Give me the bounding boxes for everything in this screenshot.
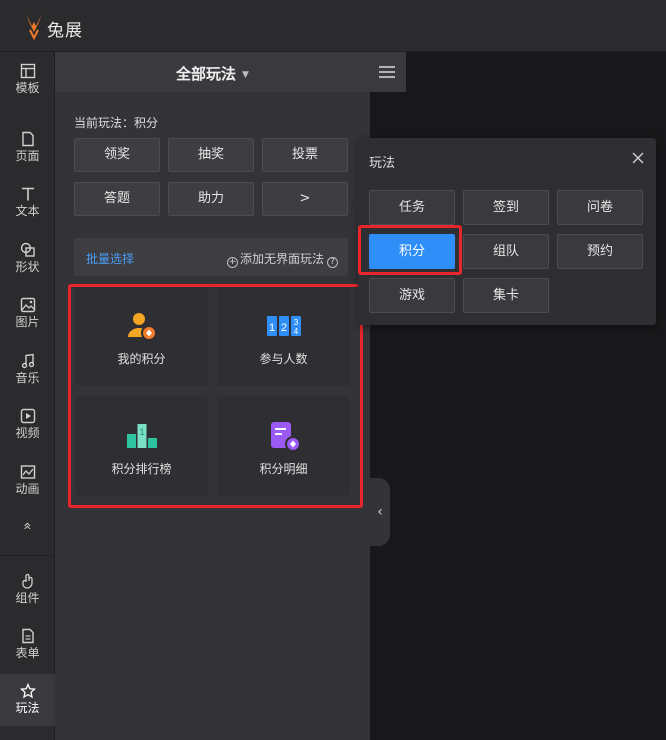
points-detail-icon [271, 422, 301, 452]
category-button[interactable]: 答题 [74, 182, 160, 216]
sidebar-item-template[interactable]: 模板 [0, 54, 55, 106]
panel-collapse-tab[interactable]: ‹ [370, 478, 390, 546]
component-icon [21, 573, 33, 589]
gameplay-icon [19, 683, 36, 699]
chevron-left-icon: ‹ [377, 504, 383, 520]
sidebar-item-label: 形状 [15, 260, 40, 274]
category-button[interactable]: 助力 [168, 182, 254, 216]
animation-icon [20, 465, 35, 479]
option-task[interactable]: 任务 [369, 190, 455, 225]
sidebar-item-label: 玩法 [15, 701, 40, 715]
menu-icon[interactable] [378, 65, 396, 79]
card-points-detail[interactable]: 积分明细 [217, 396, 350, 496]
shape-icon [20, 242, 35, 257]
help-icon[interactable]: ? [327, 257, 338, 268]
panel-toolbar: 批量选择 + 添加无界面玩法? [74, 238, 348, 276]
svg-text:4: 4 [294, 327, 299, 336]
popup-title: 玩法 [369, 156, 396, 171]
more-categories-button[interactable]: > [262, 182, 348, 216]
svg-text:1: 1 [269, 322, 275, 334]
option-survey[interactable]: 问卷 [557, 190, 643, 225]
panel-title-dropdown[interactable]: 全部玩法 ▼ [55, 63, 370, 84]
template-icon [20, 63, 35, 79]
card-leaderboard[interactable]: 1 积分排行榜 [75, 396, 208, 496]
sidebar-item-text[interactable]: 文本 [0, 177, 55, 229]
brand-name: 兔展 [47, 21, 83, 41]
left-sidebar: 模板 页面 文本 形状 图片 音乐 视频 动画 » 组件 表单 玩法 [0, 52, 55, 740]
card-label: 我的积分 [117, 352, 166, 366]
caret-down-icon: ▼ [242, 70, 249, 80]
image-icon [20, 297, 35, 313]
top-bar: 兔展 [0, 0, 666, 52]
sidebar-item-label: 动画 [15, 482, 40, 496]
option-team[interactable]: 组队 [463, 234, 549, 269]
panel-title-text: 全部玩法 [176, 65, 237, 83]
option-checkin[interactable]: 签到 [463, 190, 549, 225]
panel-header: 全部玩法 ▼ [55, 52, 406, 92]
sidebar-item-label: 音乐 [15, 371, 40, 385]
rabbit-logo-icon [26, 14, 42, 40]
close-icon[interactable] [632, 152, 644, 164]
form-icon [21, 628, 34, 644]
svg-text:3: 3 [294, 318, 299, 327]
sidebar-item-label: 模板 [15, 81, 40, 95]
svg-text:1: 1 [139, 427, 144, 437]
sidebar-item-shape[interactable]: 形状 [0, 233, 55, 285]
sidebar-divider [0, 555, 55, 556]
sidebar-collapse-toggle[interactable]: » [14, 499, 42, 554]
video-icon [20, 408, 35, 424]
sidebar-item-gameplay[interactable]: 玩法 [0, 674, 55, 726]
card-participants[interactable]: 1 2 3 4 参与人数 [217, 286, 350, 386]
category-button[interactable]: 领奖 [74, 138, 160, 172]
option-reservation[interactable]: 预约 [557, 234, 643, 269]
sidebar-item-label: 图片 [15, 315, 40, 329]
sidebar-item-label: 视频 [15, 426, 40, 440]
card-my-points[interactable]: 我的积分 [75, 286, 208, 386]
page-icon [21, 131, 34, 147]
card-label: 参与人数 [259, 352, 308, 366]
counter-icon: 1 2 3 4 [267, 316, 301, 336]
option-points[interactable]: 积分 [369, 234, 455, 269]
option-game[interactable]: 游戏 [369, 278, 455, 313]
add-nonui-label: 添加无界面玩法 [239, 252, 324, 266]
sidebar-item-image[interactable]: 图片 [0, 288, 55, 340]
current-gameplay-label: 当前玩法：积分 [74, 116, 159, 130]
sidebar-item-label: 组件 [15, 591, 40, 605]
option-card-collect[interactable]: 集卡 [463, 278, 549, 313]
category-button[interactable]: 投票 [262, 138, 348, 172]
sidebar-item-component[interactable]: 组件 [0, 564, 55, 616]
music-icon [21, 353, 34, 369]
card-label: 积分明细 [259, 462, 308, 476]
gameplay-type-popup: 玩法 任务 签到 问卷 积分 组队 预约 游戏 集卡 [351, 138, 656, 325]
plus-circle-icon: + [226, 257, 238, 268]
popup-arrow [351, 196, 358, 210]
batch-select-link[interactable]: 批量选择 [86, 250, 134, 267]
svg-text:2: 2 [281, 322, 287, 334]
sidebar-item-label: 表单 [15, 646, 40, 660]
category-button[interactable]: 抽奖 [168, 138, 254, 172]
card-label: 积分排行榜 [111, 462, 172, 476]
user-points-icon [128, 313, 157, 341]
gameplay-panel: 全部玩法 ▼ 当前玩法：积分 领奖 抽奖 投票 答题 助力 > 批量选择 + 添加无… [55, 52, 406, 740]
sidebar-item-label: 页面 [15, 149, 40, 163]
sidebar-item-form[interactable]: 表单 [0, 619, 55, 671]
sidebar-item-video[interactable]: 视频 [0, 399, 55, 451]
sidebar-item-label: 文本 [15, 204, 40, 218]
sidebar-item-page[interactable]: 页面 [0, 122, 55, 174]
leaderboard-icon: 1 [127, 424, 157, 448]
text-icon [21, 187, 34, 201]
add-nonui-gameplay[interactable]: + 添加无界面玩法? [226, 250, 340, 268]
sidebar-item-music[interactable]: 音乐 [0, 344, 55, 396]
